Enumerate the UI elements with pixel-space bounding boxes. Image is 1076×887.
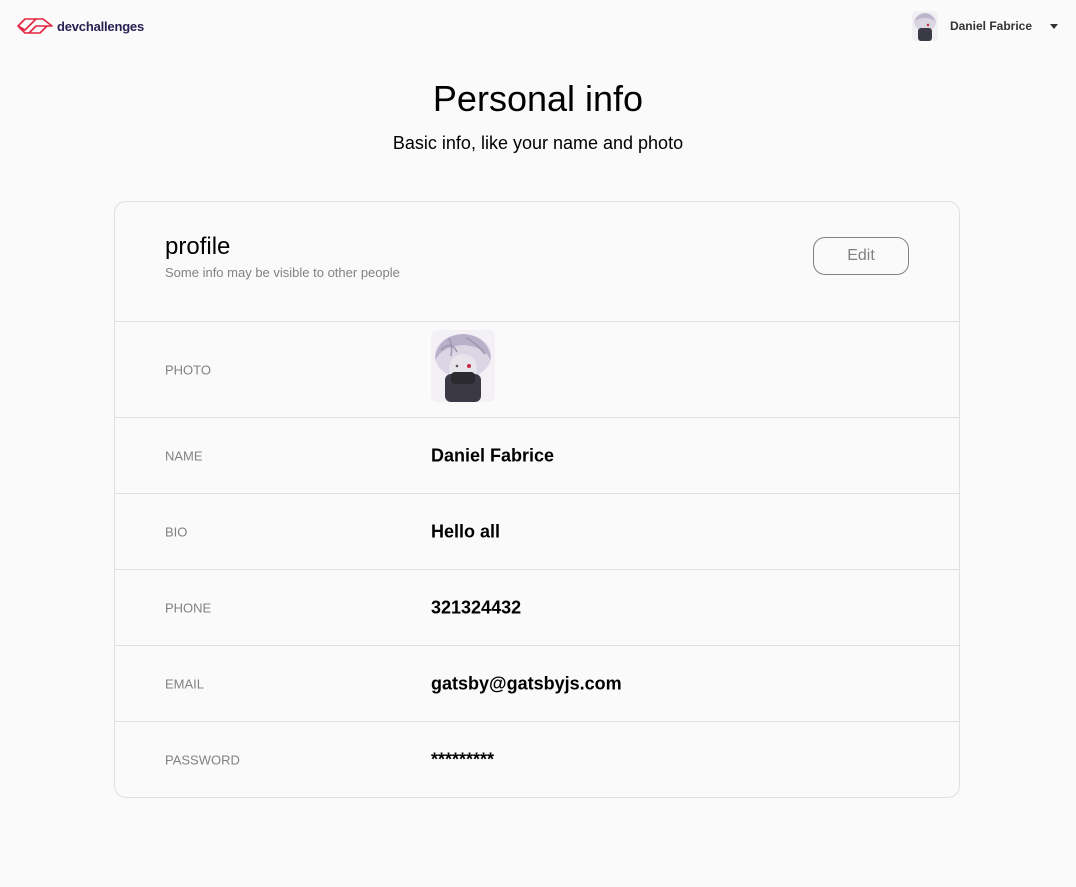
logo-text: devchallenges (57, 18, 144, 34)
logo[interactable]: devchallenges (16, 16, 144, 36)
profile-card: profile Some info may be visible to othe… (114, 201, 960, 798)
name-label: NAME (165, 448, 203, 463)
email-value: gatsby@gatsbyjs.com (431, 673, 622, 693)
profile-subtitle: Some info may be visible to other people (165, 265, 400, 280)
password-value: ********* (431, 749, 495, 770)
profile-row-email: EMAIL gatsby@gatsbyjs.com (115, 646, 959, 722)
page-subtitle: Basic info, like your name and photo (392, 133, 684, 153)
profile-card-header: profile Some info may be visible to othe… (115, 202, 959, 322)
profile-title: profile (165, 233, 231, 260)
profile-row-password: PASSWORD ********* (115, 722, 959, 798)
profile-row-name: NAME Daniel Fabrice (115, 418, 959, 494)
phone-label: PHONE (165, 600, 212, 615)
profile-photo (431, 330, 495, 402)
page-title: Personal info (432, 78, 644, 119)
profile-row-photo: PHOTO (115, 322, 959, 418)
photo-label: PHOTO (165, 362, 211, 377)
bio-label: BIO (165, 524, 188, 539)
bio-value: Hello all (431, 521, 501, 541)
email-label: EMAIL (165, 676, 205, 691)
phone-value: 321324432 (431, 597, 522, 617)
avatar (911, 11, 938, 41)
edit-button[interactable]: Edit (813, 237, 909, 275)
profile-row-phone: PHONE 321324432 (115, 570, 959, 646)
password-label: PASSWORD (165, 752, 240, 768)
profile-row-bio: BIO Hello all (115, 494, 959, 570)
user-name: Daniel Fabrice (949, 19, 1032, 33)
top-bar: devchallenges Daniel Fabrice (0, 0, 1076, 52)
user-menu[interactable]: Daniel Fabrice (911, 11, 1058, 41)
devchallenges-logo-icon (17, 18, 53, 34)
name-value: Daniel Fabrice (431, 445, 555, 465)
caret-down-icon[interactable] (1050, 23, 1058, 29)
